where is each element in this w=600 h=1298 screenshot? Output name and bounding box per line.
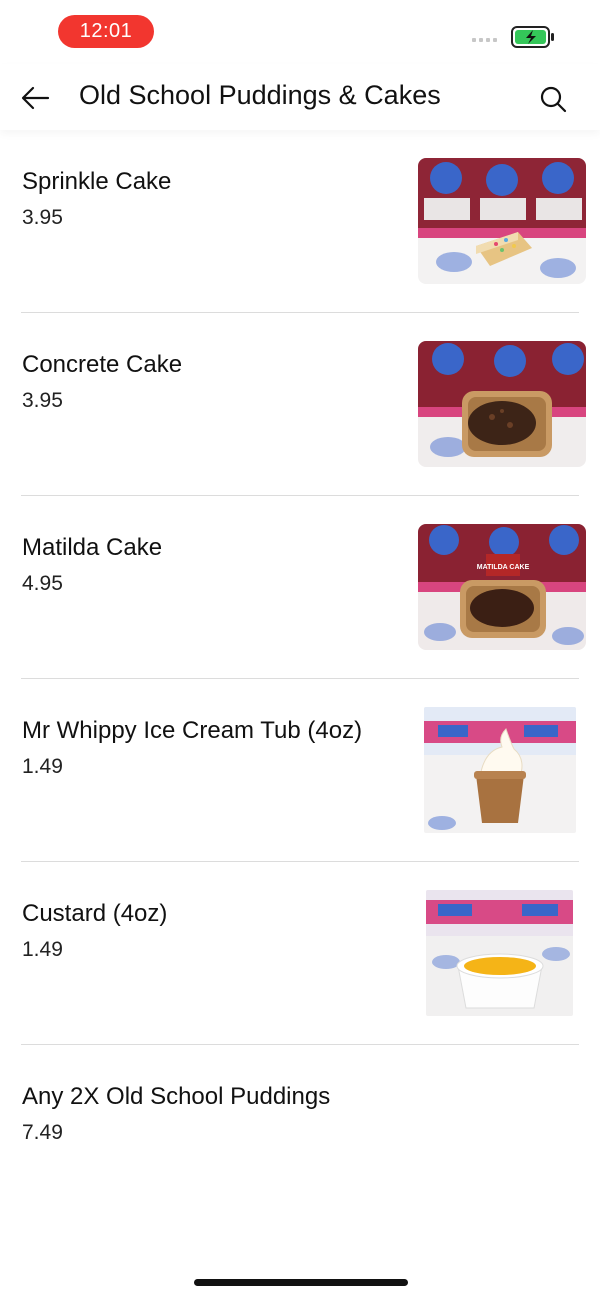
item-price: 3.95 [22,206,63,229]
sprinkle-cake-photo [418,158,586,284]
status-time: 12:01 [58,15,154,48]
ice-cream-tub-photo [424,707,576,833]
item-name: Concrete Cake [22,351,183,378]
page-title: Old School Puddings & Cakes [79,80,441,110]
home-indicator[interactable] [194,1279,408,1286]
signal-icon [472,38,497,42]
list-item[interactable]: Any 2X Old School Puddings 7.49 [0,1045,600,1228]
list-item[interactable]: Sprinkle Cake 3.95 [0,130,600,313]
list-item[interactable]: Custard (4oz) 1.49 [0,862,600,1045]
item-price: 1.49 [22,755,63,778]
header: Old School Puddings & Cakes [0,64,600,130]
item-name: Sprinkle Cake [22,168,172,195]
search-icon[interactable] [538,84,568,114]
status-bar: 12:01 [0,0,600,64]
list-item[interactable]: Concrete Cake 3.95 [0,313,600,496]
battery-icon [511,26,554,48]
item-price: 3.95 [22,389,63,412]
item-name: Mr Whippy Ice Cream Tub (4oz) [22,717,363,744]
item-price: 4.95 [22,572,63,595]
matilda-cake-photo: MATILDA CAKE [418,524,586,650]
item-price: 1.49 [22,938,63,961]
menu-list: Sprinkle Cake 3.95 Concrete Cake 3.95 Ma… [0,130,600,1228]
item-name: Any 2X Old School Puddings [22,1083,331,1110]
back-arrow-icon[interactable] [18,82,54,114]
concrete-cake-photo [418,341,586,467]
list-item[interactable]: Mr Whippy Ice Cream Tub (4oz) 1.49 [0,679,600,862]
custard-photo [426,890,573,1016]
list-item[interactable]: Matilda Cake 4.95 MATILDA CAKE [0,496,600,679]
item-name: Custard (4oz) [22,900,168,927]
item-price: 7.49 [22,1121,63,1144]
item-name: Matilda Cake [22,534,163,561]
matilda-cake-label: MATILDA CAKE [477,564,530,571]
